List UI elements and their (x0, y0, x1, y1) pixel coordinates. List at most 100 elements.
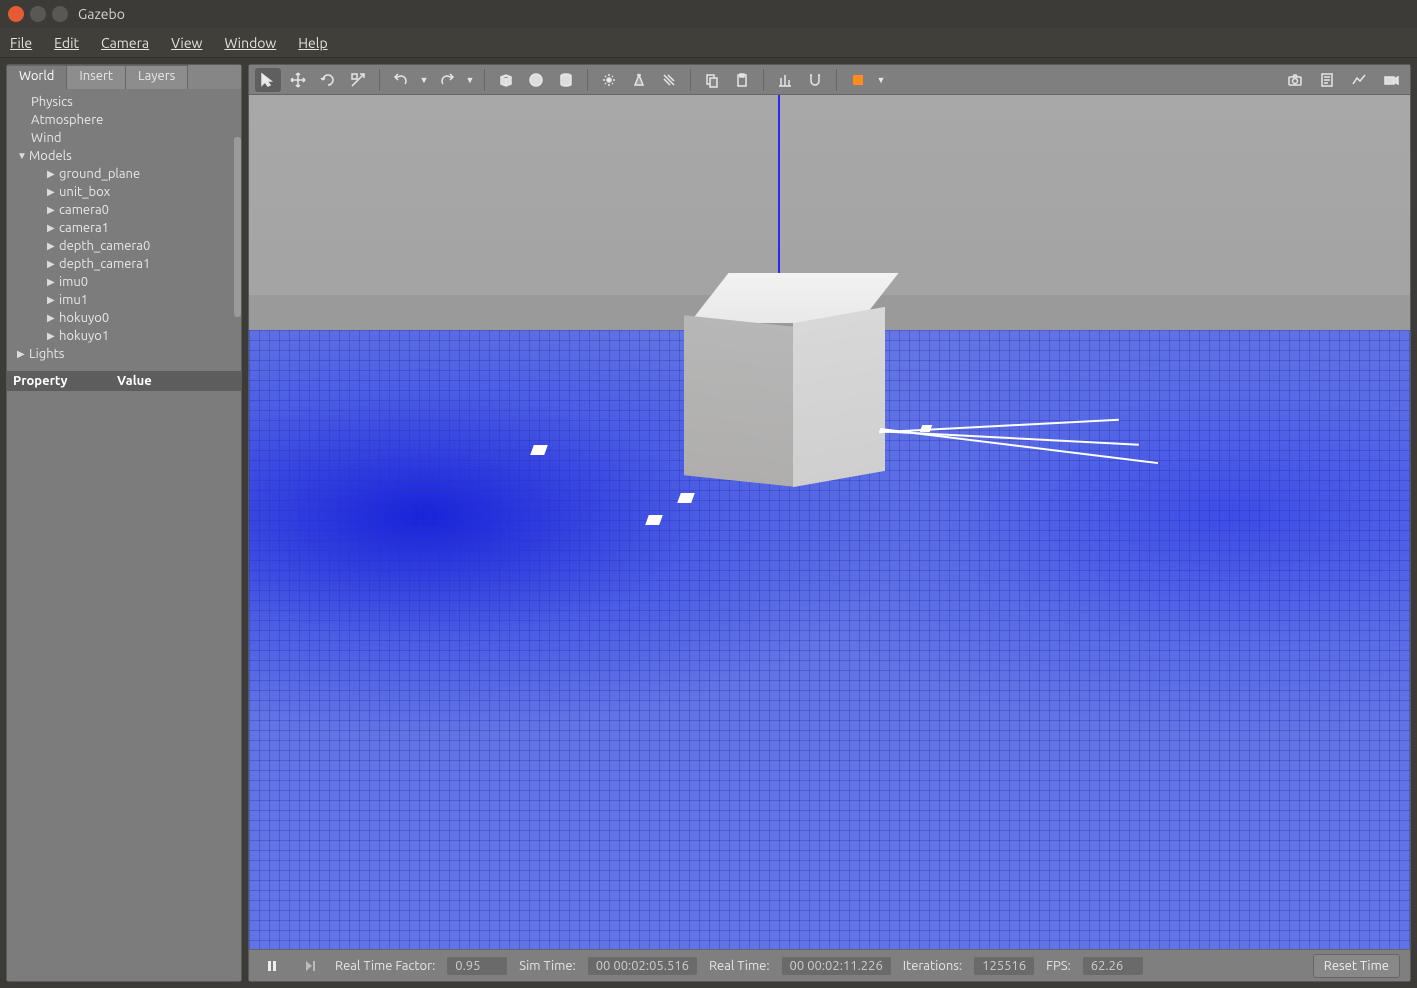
tree-models[interactable]: ▼Models (13, 147, 235, 165)
toolbar: ▼ ▼ ▼ (249, 65, 1410, 95)
redo-icon (439, 72, 455, 88)
chevron-right-icon: ▶ (47, 204, 59, 216)
screenshot-button[interactable] (1282, 68, 1308, 92)
undo-menu[interactable]: ▼ (418, 68, 430, 92)
rotate-tool[interactable] (315, 68, 341, 92)
undo-button[interactable] (388, 68, 414, 92)
scale-tool[interactable] (345, 68, 371, 92)
tree-scrollbar[interactable] (234, 137, 241, 317)
tree-wind[interactable]: Wind (13, 129, 235, 147)
workspace: World Insert Layers Physics Atmosphere W… (0, 58, 1417, 988)
menu-edit[interactable]: Edit (54, 35, 79, 51)
insert-sphere[interactable] (523, 68, 549, 92)
status-bar: Real Time Factor: 0.95 Sim Time: 00 00:0… (249, 949, 1410, 981)
chevron-right-icon: ▶ (47, 168, 59, 180)
menu-window[interactable]: Window (224, 35, 276, 51)
tree-model-unit-box[interactable]: ▶unit_box (13, 183, 235, 201)
align-icon (777, 72, 793, 88)
chevron-right-icon: ▶ (47, 186, 59, 198)
titlebar: Gazebo (0, 0, 1417, 28)
cylinder-icon (558, 72, 574, 88)
menu-camera[interactable]: Camera (101, 35, 149, 51)
tree-model-depth-camera1[interactable]: ▶depth_camera1 (13, 255, 235, 273)
pause-icon (264, 958, 280, 974)
chevron-right-icon: ▶ (47, 276, 59, 288)
insert-box[interactable] (493, 68, 519, 92)
snap-icon (807, 72, 823, 88)
log-icon (1319, 72, 1335, 88)
tree-model-ground-plane[interactable]: ▶ground_plane (13, 165, 235, 183)
paste-button[interactable] (729, 68, 755, 92)
menu-view[interactable]: View (171, 35, 202, 51)
logging-button[interactable] (1314, 68, 1340, 92)
insert-cylinder[interactable] (553, 68, 579, 92)
undo-icon (393, 72, 409, 88)
chevron-down-icon: ▼ (17, 150, 29, 162)
selection-menu[interactable]: ▼ (875, 68, 887, 92)
redo-button[interactable] (434, 68, 460, 92)
real-time-label: Real Time: (709, 959, 770, 973)
directional-light[interactable] (656, 68, 682, 92)
tab-world[interactable]: World (7, 65, 67, 89)
copy-button[interactable] (699, 68, 725, 92)
cursor-icon (260, 72, 276, 88)
tree-model-imu0[interactable]: ▶imu0 (13, 273, 235, 291)
directional-light-icon (661, 72, 677, 88)
selection-highlight[interactable] (845, 68, 871, 92)
world-tree: Physics Atmosphere Wind ▼Models ▶ground_… (7, 89, 241, 371)
chevron-right-icon: ▶ (47, 330, 59, 342)
reset-time-button[interactable]: Reset Time (1313, 954, 1400, 978)
step-icon (302, 958, 318, 974)
rtf-value: 0.95 (447, 957, 507, 975)
main-panel: ▼ ▼ ▼ (248, 64, 1411, 982)
align-button[interactable] (772, 68, 798, 92)
tree-model-depth-camera0[interactable]: ▶depth_camera0 (13, 237, 235, 255)
pause-button[interactable] (259, 954, 285, 978)
tree-lights[interactable]: ▶Lights (13, 345, 235, 363)
move-icon (290, 72, 306, 88)
snap-button[interactable] (802, 68, 828, 92)
window-minimize-button[interactable] (30, 6, 46, 22)
spot-light[interactable] (626, 68, 652, 92)
chevron-right-icon: ▶ (47, 240, 59, 252)
step-button[interactable] (297, 954, 323, 978)
window-maximize-button[interactable] (52, 6, 68, 22)
rotate-icon (320, 72, 336, 88)
paste-icon (734, 72, 750, 88)
tab-insert[interactable]: Insert (67, 65, 126, 89)
translate-tool[interactable] (285, 68, 311, 92)
viewport-3d[interactable] (249, 95, 1410, 949)
tree-model-camera0[interactable]: ▶camera0 (13, 201, 235, 219)
point-light[interactable] (596, 68, 622, 92)
tab-layers[interactable]: Layers (126, 65, 188, 89)
tree-model-hokuyo1[interactable]: ▶hokuyo1 (13, 327, 235, 345)
tree-model-camera1[interactable]: ▶camera1 (13, 219, 235, 237)
select-tool[interactable] (255, 68, 281, 92)
fps-value: 62.26 (1083, 957, 1143, 975)
chevron-right-icon: ▶ (47, 294, 59, 306)
chevron-right-icon: ▶ (47, 222, 59, 234)
iterations-label: Iterations: (903, 959, 962, 973)
tree-model-hokuyo0[interactable]: ▶hokuyo0 (13, 309, 235, 327)
plot-button[interactable] (1346, 68, 1372, 92)
real-time-value: 00 00:02:11.226 (782, 957, 891, 975)
tree-atmosphere[interactable]: Atmosphere (13, 111, 235, 129)
chevron-down-icon: ▼ (466, 75, 475, 85)
redo-menu[interactable]: ▼ (464, 68, 476, 92)
menubar: File Edit Camera View Window Help (0, 28, 1417, 58)
video-icon (1383, 72, 1399, 88)
copy-icon (704, 72, 720, 88)
chevron-down-icon: ▼ (877, 75, 886, 85)
tree-model-imu1[interactable]: ▶imu1 (13, 291, 235, 309)
window-close-button[interactable] (8, 6, 24, 22)
selection-icon (850, 72, 866, 88)
chevron-right-icon: ▶ (47, 258, 59, 270)
model-unit-box[interactable] (684, 273, 894, 483)
plot-icon (1351, 72, 1367, 88)
record-button[interactable] (1378, 68, 1404, 92)
menu-help[interactable]: Help (298, 35, 327, 51)
sidebar: World Insert Layers Physics Atmosphere W… (6, 64, 242, 982)
scale-icon (350, 72, 366, 88)
menu-file[interactable]: File (10, 35, 32, 51)
tree-physics[interactable]: Physics (13, 93, 235, 111)
